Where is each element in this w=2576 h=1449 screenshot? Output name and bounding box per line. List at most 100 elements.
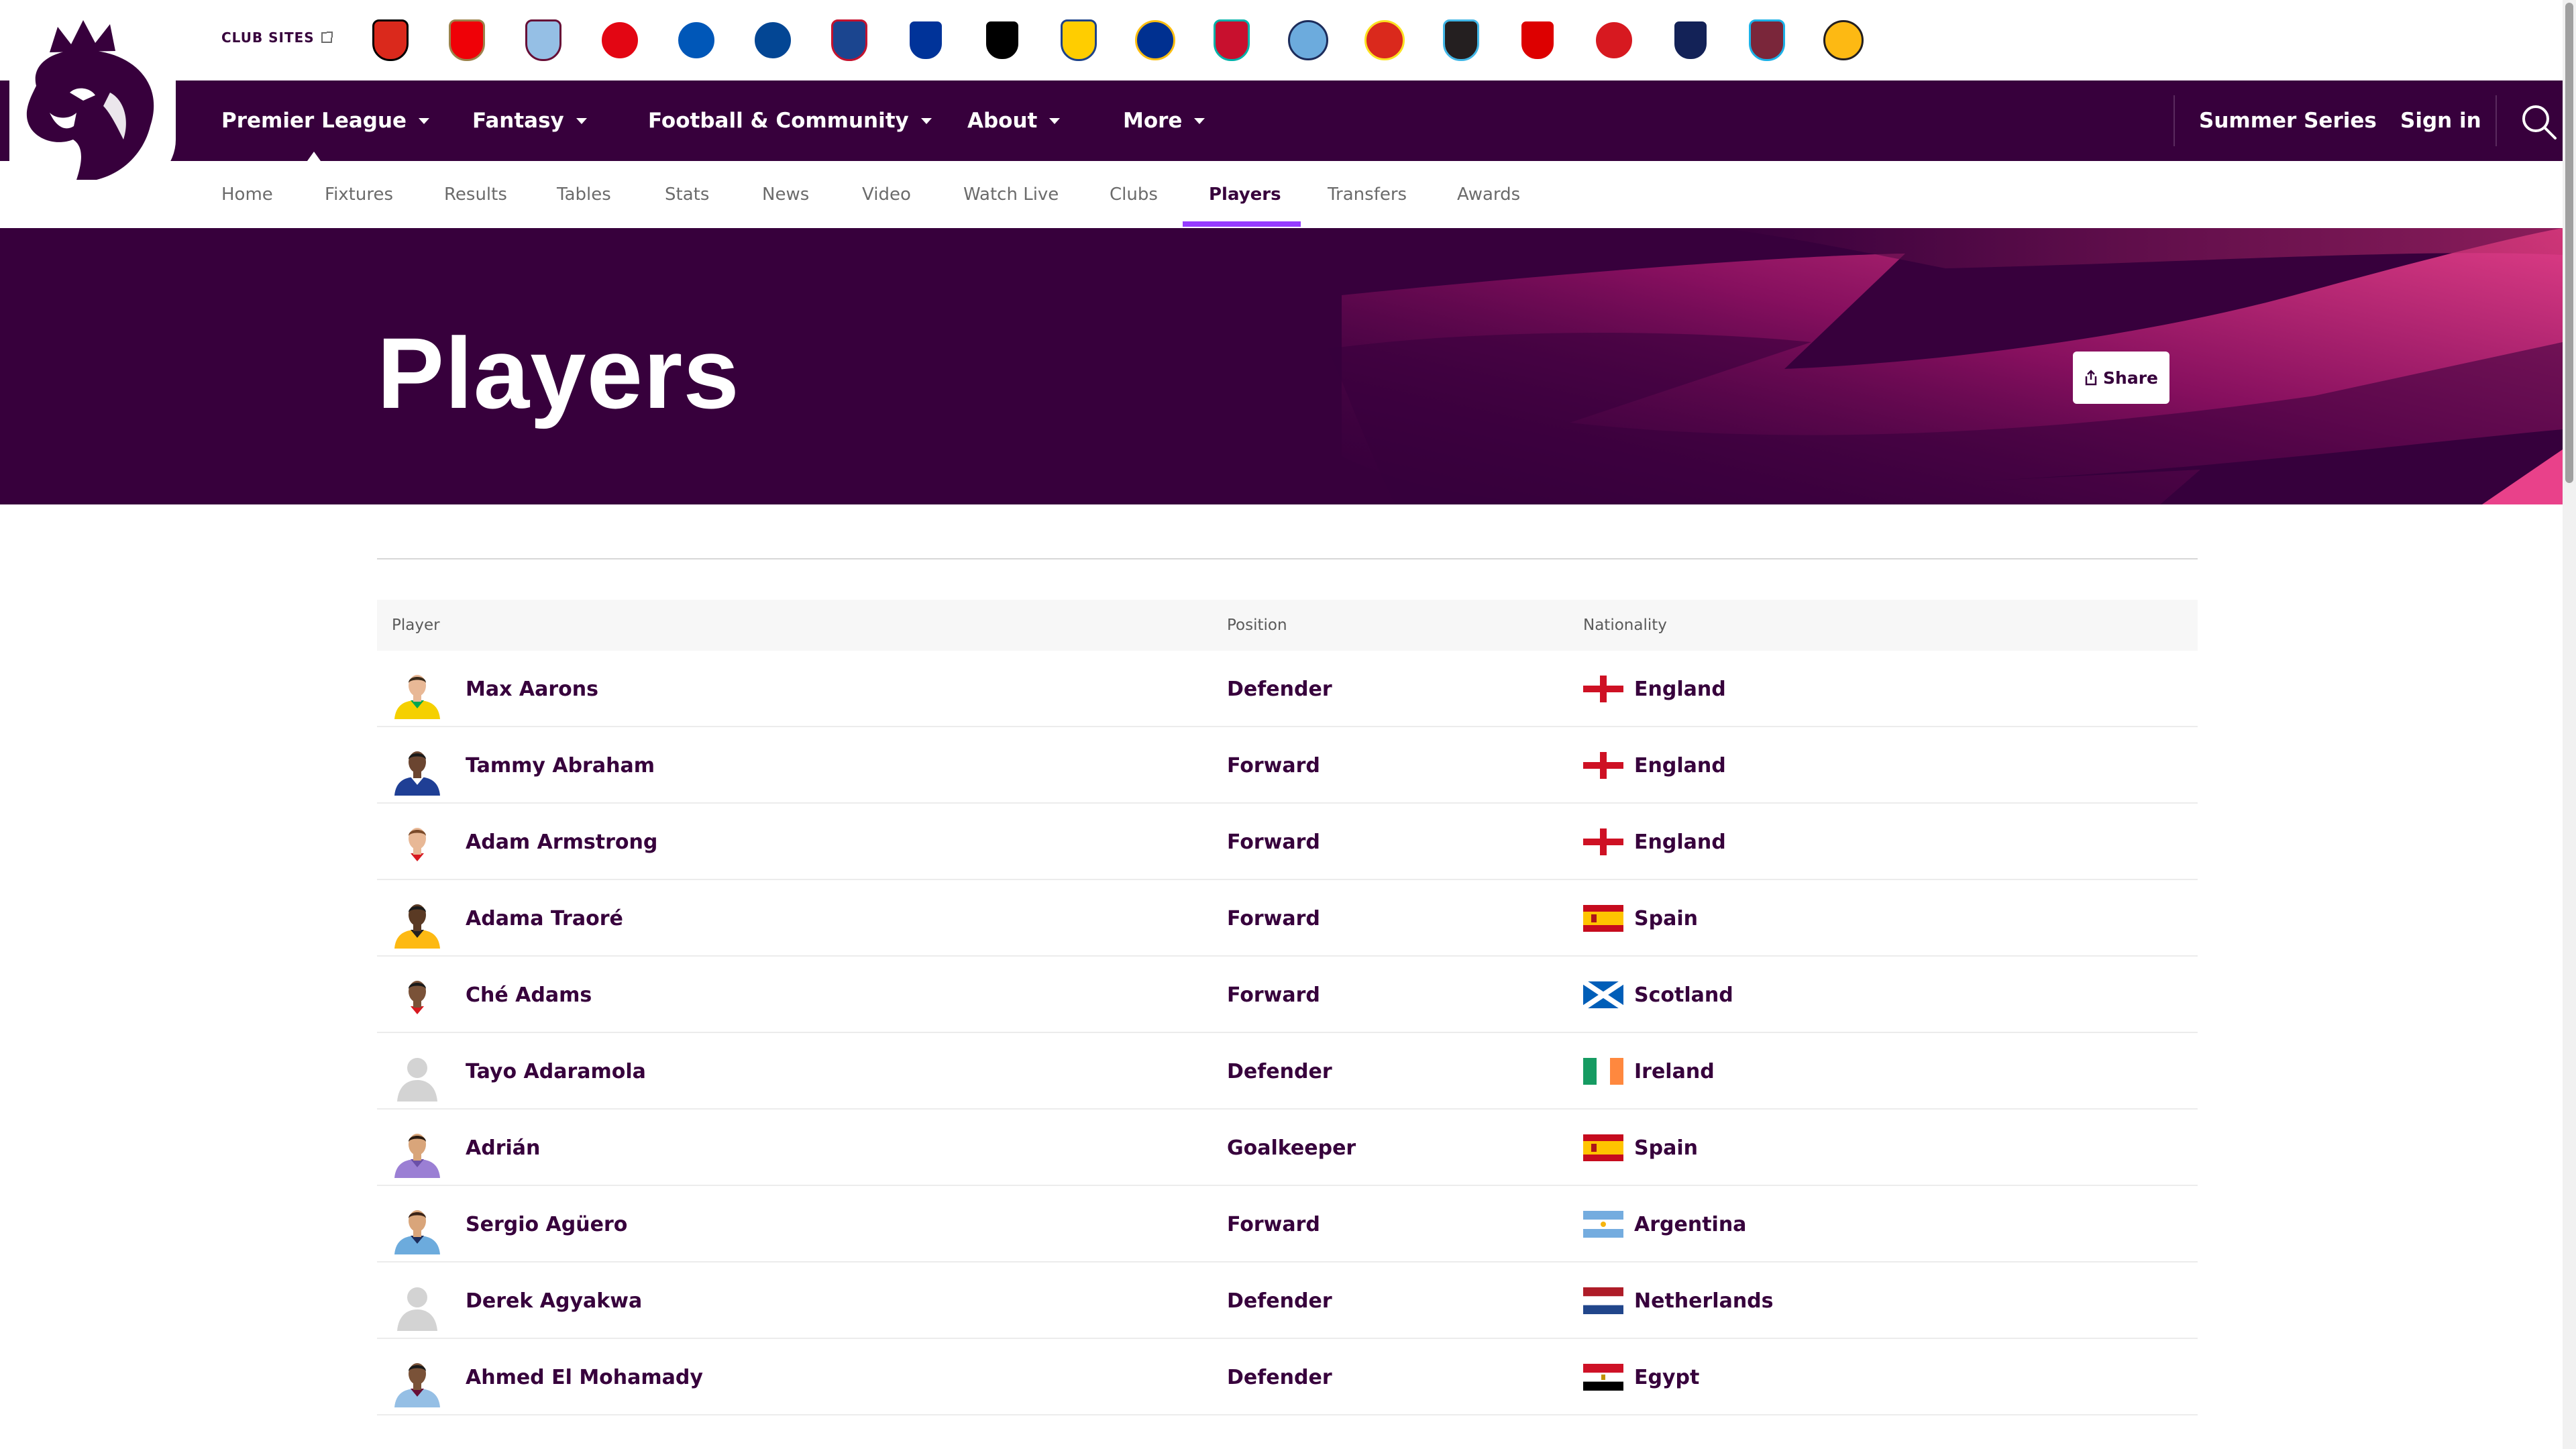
page-title: Players [377, 317, 740, 429]
table-row[interactable]: Derek Agyakwa Defender Netherlands [377, 1263, 2198, 1339]
share-button[interactable]: Share [2073, 352, 2169, 404]
club-crest-link[interactable] [1576, 16, 1652, 64]
nav-divider [2496, 95, 2497, 146]
table-row[interactable]: Ché Adams Forward Scotland [377, 957, 2198, 1033]
player-name-link[interactable]: Ché Adams [466, 957, 592, 1033]
subnav-transfers[interactable]: Transfers [1328, 161, 1407, 228]
subnav-news[interactable]: News [762, 161, 809, 228]
sign-in-button[interactable]: Sign in [2400, 80, 2481, 161]
club-crest-link[interactable] [1270, 16, 1346, 64]
subnav-video[interactable]: Video [862, 161, 911, 228]
nav-fantasy-label: Fantasy [472, 109, 564, 133]
table-row[interactable]: Max Aarons Defender England [377, 651, 2198, 727]
club-crest-link[interactable] [352, 16, 429, 64]
player-photo [390, 742, 444, 796]
header-position[interactable]: Position [1227, 600, 1287, 651]
club-sites-label[interactable]: CLUB SITES [221, 30, 333, 46]
nav-about[interactable]: About [967, 80, 1061, 161]
club-crest-link[interactable] [1652, 16, 1729, 64]
nav-divider [2174, 95, 2175, 146]
header-player[interactable]: Player [392, 600, 440, 651]
club-crest-link[interactable] [1805, 16, 1882, 64]
subnav-stats[interactable]: Stats [665, 161, 709, 228]
subnav-home[interactable]: Home [221, 161, 273, 228]
table-row[interactable]: Adam Armstrong Forward England [377, 804, 2198, 880]
club-crest-link[interactable] [1040, 16, 1117, 64]
club-crest-link[interactable] [1499, 16, 1576, 64]
brentford-crest-icon [600, 20, 640, 60]
subnav-results[interactable]: Results [444, 161, 507, 228]
player-position: Forward [1227, 830, 1320, 854]
player-position: Defender [1227, 677, 1332, 701]
player-nationality: Spain [1583, 1110, 1698, 1186]
subnav-tables[interactable]: Tables [557, 161, 611, 228]
club-crest-link[interactable] [505, 16, 582, 64]
everton-crest-icon [908, 19, 944, 61]
tottenham-crest-icon [1672, 19, 1709, 61]
subnav-players[interactable]: Players [1209, 161, 1281, 228]
player-name-link[interactable]: Sergio Agüero [466, 1186, 627, 1263]
share-icon [2085, 370, 2097, 386]
player-name-link[interactable]: Tayo Adaramola [466, 1033, 646, 1110]
club-crest-link[interactable] [1193, 16, 1270, 64]
table-row[interactable]: Ahmed El Mohamady Defender Egypt [377, 1339, 2198, 1415]
club-crest-link[interactable] [582, 16, 658, 64]
search-icon[interactable] [2519, 102, 2558, 141]
club-sites-text: CLUB SITES [221, 30, 315, 46]
table-row[interactable]: Tammy Abraham Forward England [377, 727, 2198, 804]
table-row[interactable]: Adama Traoré Forward Spain [377, 880, 2198, 957]
player-name-link[interactable]: Ahmed El Mohamady [466, 1339, 703, 1415]
player-name-link[interactable]: Adama Traoré [466, 880, 623, 957]
spain-flag-icon [1583, 1134, 1623, 1161]
nav-more[interactable]: More [1123, 80, 1205, 161]
crystal-palace-crest-icon [831, 19, 867, 61]
club-crest-link[interactable] [888, 16, 964, 64]
nav-summer-series[interactable]: Summer Series [2199, 80, 2377, 161]
player-photo [390, 1124, 444, 1178]
liverpool-crest-icon [1214, 19, 1250, 61]
player-name-link[interactable]: Tammy Abraham [466, 727, 655, 804]
caret-down-icon [1049, 117, 1061, 124]
club-crest-link[interactable] [1729, 16, 1805, 64]
table-row[interactable]: Sergio Agüero Forward Argentina [377, 1186, 2198, 1263]
club-crest-link[interactable] [964, 16, 1040, 64]
man-city-crest-icon [1288, 20, 1328, 60]
player-photo [390, 1354, 444, 1407]
table-top-rule [377, 558, 2198, 559]
nav-premier-league[interactable]: Premier League [221, 80, 430, 161]
club-crest-link[interactable] [658, 16, 735, 64]
subnav-watch-live[interactable]: Watch Live [963, 161, 1059, 228]
nav-fantasy[interactable]: Fantasy [472, 80, 587, 161]
sub-nav: Home Fixtures Results Tables Stats News … [0, 161, 2563, 229]
nav-premier-league-label: Premier League [221, 109, 407, 133]
scrollbar-thumb[interactable] [2565, 3, 2573, 483]
club-crest-link[interactable] [811, 16, 888, 64]
player-name-link[interactable]: Adam Armstrong [466, 804, 657, 880]
newcastle-crest-icon [1443, 19, 1479, 61]
club-crest-link[interactable] [1423, 16, 1499, 64]
nav-more-label: More [1123, 109, 1183, 133]
table-row[interactable]: Adrián Goalkeeper Spain [377, 1110, 2198, 1186]
club-crest-link[interactable] [429, 16, 505, 64]
subnav-awards[interactable]: Awards [1457, 161, 1520, 228]
player-photo [390, 971, 444, 1025]
egypt-flag-icon [1583, 1364, 1623, 1391]
subnav-fixtures[interactable]: Fixtures [325, 161, 393, 228]
player-nationality: Egypt [1583, 1339, 1699, 1415]
nav-football-community-label: Football & Community [648, 109, 909, 133]
caret-down-icon [419, 117, 430, 124]
subnav-clubs[interactable]: Clubs [1110, 161, 1158, 228]
premier-league-logo[interactable] [9, 12, 184, 193]
player-name-link[interactable]: Adrián [466, 1110, 540, 1186]
club-crest-link[interactable] [1117, 16, 1193, 64]
player-position: Forward [1227, 906, 1320, 930]
player-name-link[interactable]: Max Aarons [466, 651, 598, 727]
nav-football-community[interactable]: Football & Community [648, 80, 932, 161]
header-nationality[interactable]: Nationality [1583, 600, 1667, 651]
main-nav: Premier League Fantasy Football & Commun… [0, 80, 2563, 161]
table-row[interactable]: Tayo Adaramola Defender Ireland [377, 1033, 2198, 1110]
player-position: Forward [1227, 1212, 1320, 1236]
player-name-link[interactable]: Derek Agyakwa [466, 1263, 642, 1339]
club-crest-link[interactable] [735, 16, 811, 64]
club-crest-link[interactable] [1346, 16, 1423, 64]
